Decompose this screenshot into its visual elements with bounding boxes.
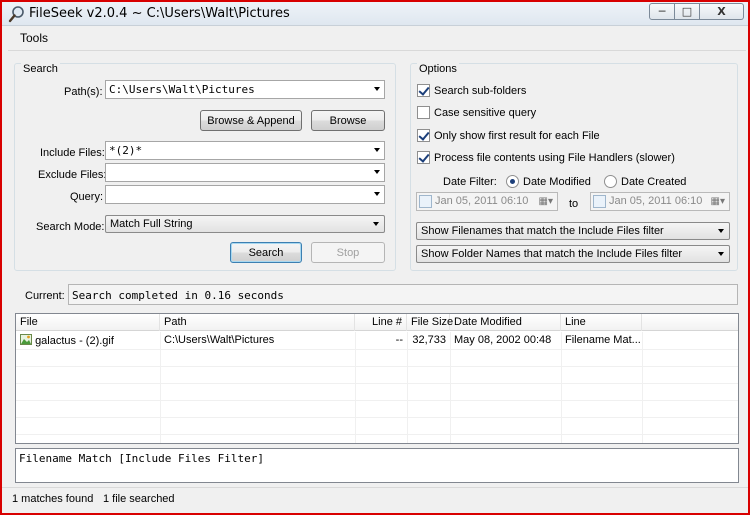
column-date-modified[interactable]: Date Modified xyxy=(450,314,561,331)
column-line[interactable]: Line xyxy=(561,314,642,331)
grid-divider xyxy=(16,383,738,384)
search-button[interactable]: Search xyxy=(230,242,302,263)
grid-divider xyxy=(16,434,738,435)
date-from-checkbox[interactable] xyxy=(419,195,432,208)
search-subfolders-label: Search sub-folders xyxy=(434,85,527,97)
search-mode-value: Match Full String xyxy=(110,218,193,230)
paths-label: Path(s): xyxy=(64,86,103,98)
first-result-label: Only show first result for each File xyxy=(434,130,600,142)
chevron-down-icon xyxy=(374,192,380,196)
include-files-label: Include Files: xyxy=(40,147,105,159)
search-group-title: Search xyxy=(21,63,60,75)
exclude-files-combo[interactable] xyxy=(105,163,385,182)
grid-divider xyxy=(16,417,738,418)
date-to-picker[interactable]: Jan 05, 2011 06:10 ▦▾ xyxy=(590,192,730,211)
menu-bar: Tools xyxy=(8,27,746,51)
file-name: galactus - (2).gif xyxy=(35,335,114,347)
date-created-radio[interactable] xyxy=(604,175,617,188)
window-title: FileSeek v2.0.4 ~ C:\Users\Walt\Pictures xyxy=(29,6,290,21)
menu-tools[interactable]: Tools xyxy=(20,31,48,45)
paths-value: C:\Users\Walt\Pictures xyxy=(109,83,255,96)
case-sensitive-checkbox[interactable] xyxy=(417,106,430,119)
calendar-icon[interactable]: ▦▾ xyxy=(539,196,553,207)
search-mode-select[interactable]: Match Full String xyxy=(105,215,385,233)
date-modified-label: Date Modified xyxy=(523,176,591,188)
grid-divider xyxy=(16,349,738,350)
magnifier-icon xyxy=(8,6,24,23)
title-bar: FileSeek v2.0.4 ~ C:\Users\Walt\Pictures… xyxy=(2,2,748,26)
query-label: Query: xyxy=(70,191,104,203)
column-line-number[interactable]: Line # xyxy=(355,314,407,331)
case-sensitive-label: Case sensitive query xyxy=(434,107,537,119)
cell-date-modified: May 08, 2002 00:48 xyxy=(454,334,552,346)
grid-divider xyxy=(16,400,738,401)
search-mode-label: Search Mode: xyxy=(36,221,105,233)
date-from-picker[interactable]: Jan 05, 2011 06:10 ▦▾ xyxy=(416,192,558,211)
column-file-size[interactable]: File Size xyxy=(407,314,453,331)
options-group-title: Options xyxy=(417,63,459,75)
include-files-combo[interactable]: *(2)* xyxy=(105,141,385,160)
match-detail-box[interactable]: Filename Match [Include Files Filter] xyxy=(15,448,739,483)
filename-filter-select[interactable]: Show Filenames that match the Include Fi… xyxy=(416,222,730,240)
maximize-button[interactable]: □ xyxy=(675,3,700,20)
cell-file: galactus - (2).gif xyxy=(16,332,160,349)
query-combo[interactable] xyxy=(105,185,385,204)
stop-button[interactable]: Stop xyxy=(311,242,385,263)
first-result-checkbox[interactable] xyxy=(417,129,430,142)
cell-line: Filename Mat... xyxy=(565,334,641,346)
cell-path: C:\Users\Walt\Pictures xyxy=(164,334,275,346)
gif-image-icon xyxy=(20,334,32,345)
file-handlers-checkbox[interactable] xyxy=(417,151,430,164)
results-header: File Path Line # File Size Date Modified… xyxy=(16,314,738,331)
column-path[interactable]: Path xyxy=(160,314,355,331)
chevron-down-icon xyxy=(373,222,379,226)
chevron-down-icon xyxy=(718,252,724,256)
include-files-value: *(2)* xyxy=(109,144,143,157)
exclude-files-label: Exclude Files: xyxy=(38,169,107,181)
date-to-value: Jan 05, 2011 06:10 xyxy=(609,195,703,207)
date-to-label: to xyxy=(569,198,579,210)
chevron-down-icon xyxy=(374,170,380,174)
matches-count: 1 matches found xyxy=(12,493,94,505)
table-row[interactable]: galactus - (2).gif C:\Users\Walt\Picture… xyxy=(16,332,738,349)
fileseek-window: FileSeek v2.0.4 ~ C:\Users\Walt\Pictures… xyxy=(0,0,750,515)
cell-line-number: -- xyxy=(395,334,403,346)
calendar-icon[interactable]: ▦▾ xyxy=(711,196,725,207)
date-from-value: Jan 05, 2011 06:10 xyxy=(435,195,529,207)
current-label: Current: xyxy=(25,290,65,302)
current-status-value: Search completed in 0.16 seconds xyxy=(72,289,284,302)
minimize-button[interactable]: ─ xyxy=(649,3,675,20)
cell-file-size: 32,733 xyxy=(412,334,446,346)
search-subfolders-checkbox[interactable] xyxy=(417,84,430,97)
status-bar: 1 matches found 1 file searched xyxy=(2,487,748,513)
close-button[interactable]: X xyxy=(700,3,744,20)
date-modified-radio[interactable] xyxy=(506,175,519,188)
chevron-down-icon xyxy=(374,148,380,152)
date-created-label: Date Created xyxy=(621,176,687,188)
files-searched: 1 file searched xyxy=(103,493,175,505)
current-status-field: Search completed in 0.16 seconds xyxy=(68,284,738,305)
chevron-down-icon xyxy=(718,229,724,233)
window-controls: ─ □ X xyxy=(649,3,744,21)
grid-divider xyxy=(16,366,738,367)
browse-append-button[interactable]: Browse & Append xyxy=(200,110,302,131)
browse-button[interactable]: Browse xyxy=(311,110,385,131)
column-file[interactable]: File xyxy=(16,314,160,331)
results-table[interactable]: File Path Line # File Size Date Modified… xyxy=(15,313,739,444)
match-detail-text: Filename Match [Include Files Filter] xyxy=(19,452,265,465)
chevron-down-icon xyxy=(374,87,380,91)
folder-filter-value: Show Folder Names that match the Include… xyxy=(421,248,683,260)
filename-filter-value: Show Filenames that match the Include Fi… xyxy=(421,225,664,237)
date-to-checkbox[interactable] xyxy=(593,195,606,208)
paths-combo[interactable]: C:\Users\Walt\Pictures xyxy=(105,80,385,99)
folder-filter-select[interactable]: Show Folder Names that match the Include… xyxy=(416,245,730,263)
file-handlers-label: Process file contents using File Handler… xyxy=(434,152,675,164)
date-filter-label: Date Filter: xyxy=(443,176,497,188)
